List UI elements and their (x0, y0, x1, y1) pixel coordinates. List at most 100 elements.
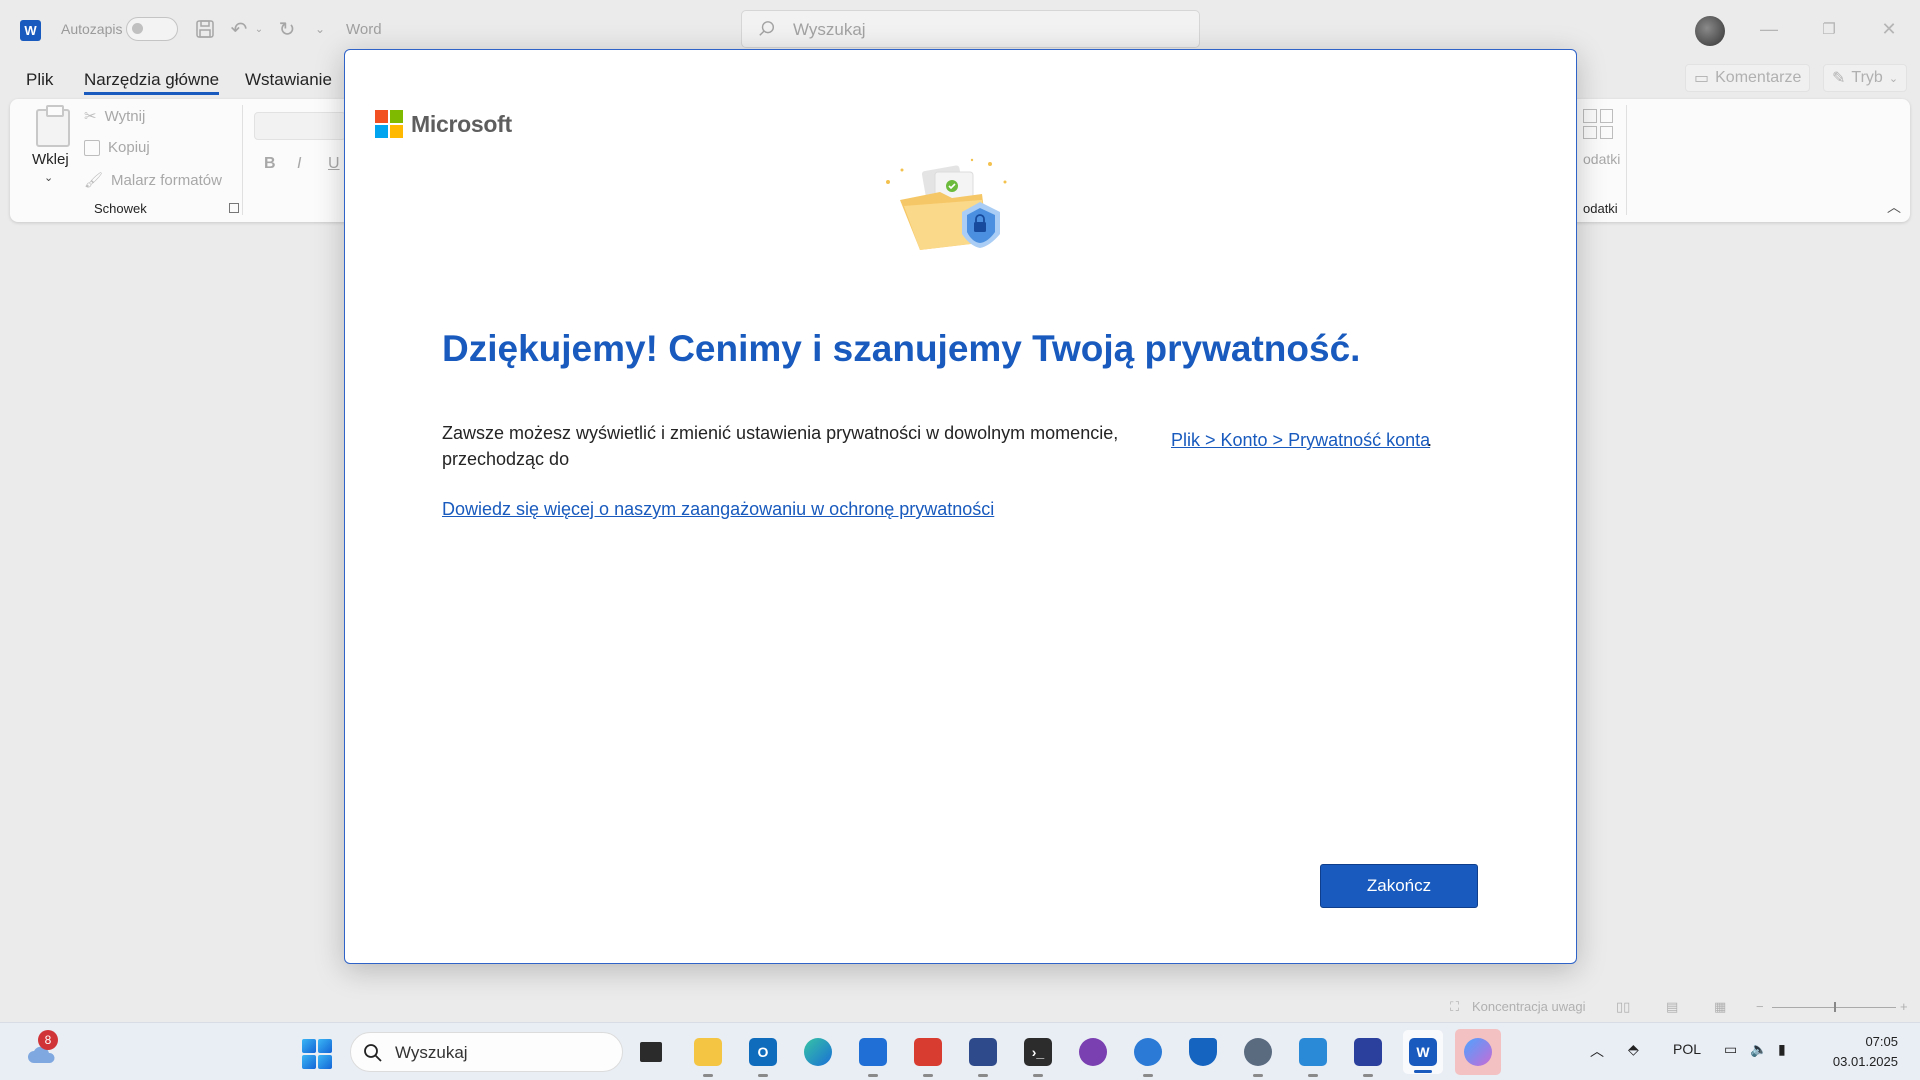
copy-button[interactable]: Kopiuj (84, 139, 150, 156)
format-painter-button[interactable]: 🖌 Malarz formatów (84, 171, 222, 190)
search-icon (759, 21, 775, 36)
print-layout-icon[interactable]: ▤ (1666, 999, 1678, 1015)
paste-button-label[interactable]: Wklej (32, 151, 69, 168)
learn-more-link[interactable]: Dowiedz się więcej o naszym zaangażowani… (442, 499, 994, 520)
word-logo-icon: W (20, 20, 41, 41)
privacy-dialog: Microsoft Dziękujemy! Cenimy i szanujemy… (344, 49, 1577, 964)
word-taskbar-icon[interactable]: W (1403, 1030, 1443, 1074)
clock-date: 03.01.2025 (1832, 1054, 1898, 1069)
brush-icon: 🖌 (84, 172, 104, 189)
focus-icon[interactable]: ⛶ (1450, 999, 1459, 1015)
clock[interactable]: 07:05 03.01.2025 (1818, 1032, 1898, 1072)
undo-icon[interactable]: ↶ (226, 16, 252, 42)
paste-dropdown-icon[interactable]: ⌄ (44, 171, 53, 184)
zoom-in-icon[interactable]: + (1900, 999, 1908, 1014)
focus-mode-label[interactable]: Koncentracja uwagi (1472, 999, 1585, 1014)
microsoft-brand-text: Microsoft (411, 110, 512, 137)
clock-time: 07:05 (1865, 1034, 1898, 1049)
taskbar-search-box[interactable]: Wyszukaj (350, 1032, 623, 1072)
font-name-box[interactable] (254, 112, 346, 140)
read-mode-icon[interactable]: ▯▯ (1616, 999, 1630, 1015)
weather-badge: 8 (38, 1030, 58, 1050)
dropbox-icon[interactable]: ⬘ (1628, 1041, 1639, 1058)
clipboard-launcher-icon[interactable] (229, 203, 239, 213)
thunderbird-icon[interactable] (1131, 1035, 1165, 1077)
addins-icon[interactable] (1583, 109, 1613, 139)
search-icon (364, 1044, 382, 1062)
autosave-label: Autozapis (61, 21, 123, 37)
photos-icon[interactable] (1296, 1035, 1330, 1077)
volume-icon[interactable]: 🔈 (1750, 1041, 1767, 1058)
virtualbox-icon[interactable] (966, 1035, 1000, 1077)
collapse-ribbon-icon[interactable]: ︿ (1887, 197, 1901, 217)
privacy-folder-illustration (886, 158, 1007, 250)
save-icon[interactable] (192, 16, 218, 42)
microsoft-logo-icon (375, 110, 403, 138)
undo-dropdown-icon[interactable]: ⌄ (252, 16, 266, 42)
terminal-icon[interactable]: ›_ (1021, 1035, 1055, 1077)
customize-toolbar-icon[interactable]: ⌄ (311, 16, 329, 42)
minimize-icon[interactable]: — (1754, 14, 1784, 44)
app-title: Word (346, 21, 382, 38)
path-suffix: . (1427, 430, 1433, 450)
copy-icon (84, 139, 100, 156)
restore-icon[interactable]: ❐ (1814, 14, 1844, 44)
divider (242, 105, 243, 215)
zoom-slider-thumb[interactable] (1834, 1002, 1836, 1012)
cut-label: Wytnij (104, 107, 146, 125)
cut-button[interactable]: ✂ Wytnij (84, 107, 146, 126)
settings-gear-icon[interactable] (1241, 1035, 1275, 1077)
addins-button-label[interactable]: odatki (1583, 151, 1620, 167)
comments-label: Komentarze (1715, 69, 1802, 86)
edge-browser-icon[interactable] (801, 1035, 835, 1069)
status-bar: ⛶ Koncentracja uwagi ▯▯ ▤ ▦ − + (0, 992, 1920, 1022)
dialog-heading: Dziękujemy! Cenimy i szanujemy Twoją pry… (442, 328, 1361, 369)
chevron-down-icon: ⌄ (1888, 72, 1899, 85)
defender-shield-icon[interactable] (1186, 1035, 1220, 1069)
divider (1626, 105, 1627, 215)
tab-insert[interactable]: Wstawianie (245, 70, 332, 90)
start-button[interactable] (302, 1039, 332, 1069)
close-icon[interactable]: ✕ (1874, 14, 1904, 44)
outlook-icon[interactable]: O (746, 1035, 780, 1077)
mode-button[interactable]: ✎ Tryb ⌄ (1823, 64, 1908, 92)
paste-icon[interactable] (36, 105, 70, 147)
zoom-out-icon[interactable]: − (1756, 999, 1764, 1014)
bold-button[interactable]: B (264, 155, 276, 173)
underline-button[interactable]: U (328, 155, 340, 173)
battery-icon[interactable]: ▮ (1778, 1041, 1786, 1058)
copilot-icon[interactable] (1455, 1029, 1501, 1075)
network-icon[interactable]: ▭ (1724, 1041, 1737, 1058)
save-disk-icon[interactable] (1351, 1035, 1385, 1077)
language-indicator[interactable]: POL (1673, 1041, 1701, 1057)
italic-button[interactable]: I (297, 155, 301, 173)
tab-file[interactable]: Plik (26, 70, 53, 90)
addins-group-label: odatki (1583, 201, 1618, 216)
task-view-icon[interactable] (634, 1035, 668, 1069)
file-explorer-icon[interactable] (691, 1035, 725, 1077)
autosave-toggle[interactable] (126, 17, 178, 41)
mode-label: Tryb (1851, 69, 1883, 86)
title-search-placeholder: Wyszukaj (793, 20, 866, 39)
title-search-box[interactable]: Wyszukaj (741, 10, 1200, 48)
web-layout-icon[interactable]: ▦ (1714, 999, 1726, 1015)
redo-icon[interactable]: ↻ (274, 16, 300, 42)
dialog-body-text: Zawsze możesz wyświetlić i zmienić ustaw… (442, 423, 1119, 469)
pencil-icon: ✎ (1832, 70, 1846, 87)
account-privacy-link[interactable]: Plik > Konto > Prywatność konta (1171, 430, 1430, 451)
microsoft-logo: Microsoft (375, 110, 512, 138)
comment-icon: ▭ (1694, 70, 1710, 87)
scissors-icon: ✂ (84, 108, 97, 125)
store-icon[interactable] (856, 1035, 890, 1077)
tab-home[interactable]: Narzędzia główne (84, 70, 220, 95)
finish-button[interactable]: Zakończ (1320, 864, 1478, 908)
github-icon[interactable] (1076, 1035, 1110, 1069)
avatar[interactable] (1695, 16, 1725, 46)
pdf-editor-icon[interactable] (911, 1035, 945, 1077)
tray-chevron-up-icon[interactable]: ︿ (1590, 1041, 1604, 1061)
format-painter-label: Malarz formatów (111, 171, 222, 189)
taskbar-search-placeholder: Wyszukaj (395, 1043, 468, 1062)
copy-label: Kopiuj (108, 139, 150, 156)
clipboard-group-label: Schowek (94, 201, 147, 216)
comments-button[interactable]: ▭ Komentarze (1685, 64, 1811, 92)
